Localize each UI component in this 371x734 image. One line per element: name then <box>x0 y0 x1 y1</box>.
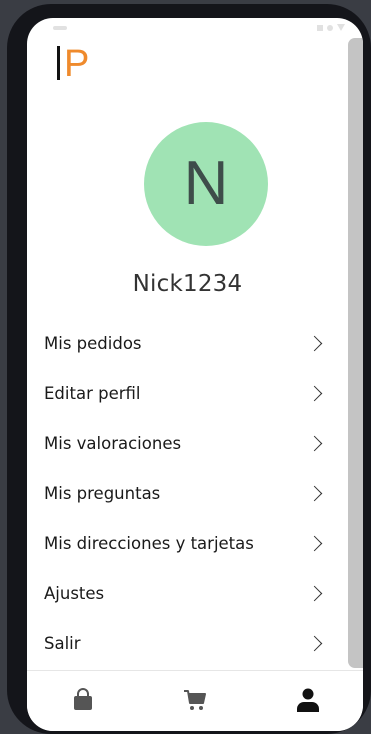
menu-item-mis-pedidos[interactable]: Mis pedidos <box>27 318 348 368</box>
menu-item-salir[interactable]: Salir <box>27 618 348 668</box>
scrollbar[interactable] <box>348 38 363 668</box>
avatar: N <box>144 122 268 246</box>
shopping-bag-icon <box>74 688 92 710</box>
bottom-nav <box>27 670 363 731</box>
menu-item-label: Mis preguntas <box>44 483 161 503</box>
username: Nick1234 <box>132 271 243 297</box>
avatar-initial: N <box>183 149 229 218</box>
chevron-right-icon <box>306 535 323 551</box>
logo-bar <box>57 46 60 80</box>
nav-shop-button[interactable] <box>70 687 96 713</box>
profile-menu: Mis pedidos Editar perfil Mis valoracion… <box>27 318 348 668</box>
nav-cart-button[interactable] <box>182 687 208 713</box>
menu-item-label: Ajustes <box>44 583 105 603</box>
menu-item-mis-direcciones[interactable]: Mis direcciones y tarjetas <box>27 518 348 568</box>
chevron-right-icon <box>306 585 323 601</box>
app-screen: P N Nick1234 Mis pedidos Editar perfil M… <box>27 18 363 731</box>
shopping-cart-icon <box>184 690 206 710</box>
nav-profile-button[interactable] <box>295 687 321 713</box>
menu-item-label: Mis pedidos <box>44 333 142 353</box>
signal-icon <box>317 24 323 31</box>
status-bar-notch <box>53 26 67 30</box>
phone-frame: P N Nick1234 Mis pedidos Editar perfil M… <box>7 4 371 734</box>
menu-item-label: Salir <box>44 633 81 653</box>
battery-icon <box>327 24 333 31</box>
chevron-right-icon <box>306 485 323 501</box>
wifi-icon <box>337 24 345 31</box>
chevron-right-icon <box>306 435 323 451</box>
menu-item-mis-valoraciones[interactable]: Mis valoraciones <box>27 418 348 468</box>
status-bar-icons <box>317 24 345 31</box>
chevron-right-icon <box>306 385 323 401</box>
user-icon <box>297 688 319 712</box>
menu-item-label: Editar perfil <box>44 383 141 403</box>
logo-letter: P <box>64 43 90 85</box>
menu-item-label: Mis valoraciones <box>44 433 182 453</box>
chevron-right-icon <box>306 635 323 651</box>
menu-item-label: Mis direcciones y tarjetas <box>44 533 254 553</box>
menu-item-ajustes[interactable]: Ajustes <box>27 568 348 618</box>
menu-item-editar-perfil[interactable]: Editar perfil <box>27 368 348 418</box>
menu-item-mis-preguntas[interactable]: Mis preguntas <box>27 468 348 518</box>
chevron-right-icon <box>306 335 323 351</box>
app-logo: P <box>57 44 89 84</box>
